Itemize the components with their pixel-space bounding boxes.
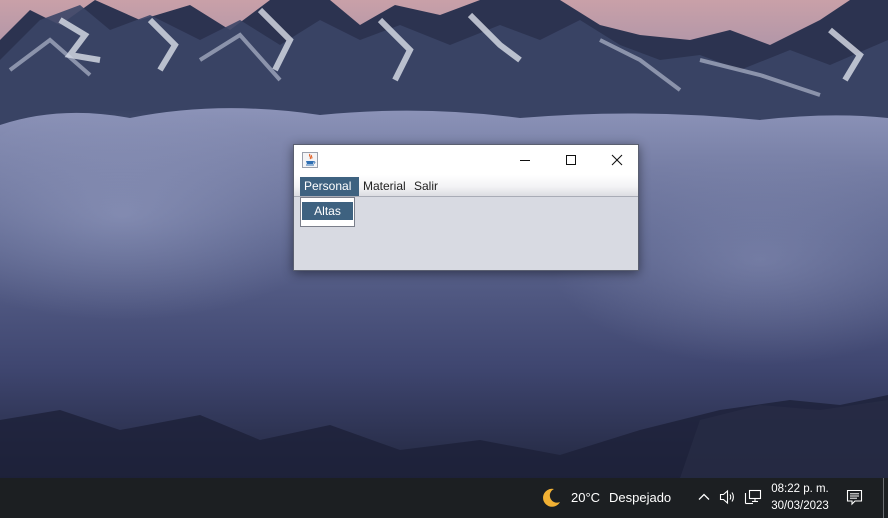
- network-icon[interactable]: [744, 489, 762, 505]
- taskbar-clock[interactable]: 08:22 p. m. 30/03/2023: [766, 481, 834, 515]
- show-desktop-button[interactable]: [883, 478, 884, 518]
- minimize-button[interactable]: [502, 145, 548, 175]
- taskbar: 20°C Despejado 08:22 p. m. 30/03/2023: [0, 478, 888, 518]
- speaker-icon[interactable]: [719, 489, 736, 505]
- java-icon: [302, 152, 318, 168]
- maximize-button[interactable]: [548, 145, 594, 175]
- title-bar[interactable]: [294, 145, 638, 175]
- chevron-up-icon[interactable]: [697, 490, 711, 504]
- personal-dropdown-menu: Altas: [300, 197, 355, 227]
- notification-icon[interactable]: [846, 489, 863, 506]
- weather-description[interactable]: Despejado: [609, 490, 671, 505]
- app-window: Personal Material Salir Altas: [293, 144, 639, 271]
- close-icon: [611, 154, 623, 166]
- menu-material[interactable]: Material: [359, 177, 410, 196]
- minimize-icon: [520, 160, 530, 161]
- desktop-wallpaper: Personal Material Salir Altas: [0, 0, 888, 478]
- close-button[interactable]: [594, 145, 640, 175]
- weather-temperature[interactable]: 20°C: [571, 490, 600, 505]
- moon-icon[interactable]: [539, 486, 563, 510]
- maximize-icon: [566, 155, 576, 165]
- menu-bar: Personal Material Salir: [294, 175, 638, 197]
- menu-salir[interactable]: Salir: [410, 177, 442, 196]
- clock-date: 30/03/2023: [771, 500, 829, 512]
- menu-personal[interactable]: Personal: [300, 177, 359, 196]
- menu-item-altas[interactable]: Altas: [302, 202, 353, 220]
- clock-time: 08:22 p. m.: [771, 483, 829, 495]
